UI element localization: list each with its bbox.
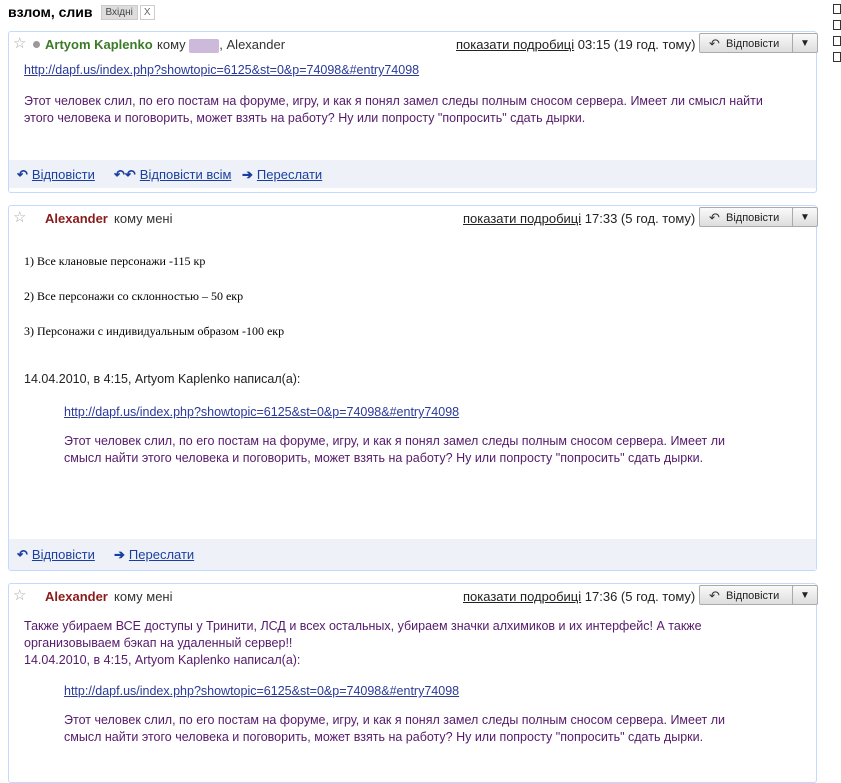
- forward-icon: ➔: [242, 167, 253, 182]
- reply-button[interactable]: ↶ Відповісти: [699, 207, 795, 227]
- new-window-icon[interactable]: [833, 20, 841, 30]
- footer-reply-button[interactable]: ↶ Відповісти: [17, 167, 95, 183]
- footer-forward-button[interactable]: ➔ Переслати: [114, 547, 194, 563]
- details-row: показати подробиці 17:36 (5 год. тому): [463, 589, 695, 604]
- quoted-link[interactable]: http://dapf.us/index.php?showtopic=6125&…: [64, 684, 459, 698]
- star-icon[interactable]: ☆: [13, 36, 26, 51]
- show-details-link[interactable]: показати подробиці: [456, 37, 574, 52]
- reply-button[interactable]: ↶ Відповісти: [699, 33, 799, 53]
- thread-subject: взлом, слив: [8, 4, 93, 20]
- quoted-text-line: смысл найти этого человека и поговорить,…: [64, 451, 704, 465]
- reply-all-icon: ↶↶: [114, 167, 136, 182]
- list-item: 3) Персонажи с индивидуальным образом -1…: [24, 324, 285, 338]
- forward-icon: ➔: [114, 547, 125, 562]
- list-item: 2) Все персонажи со склонностью – 50 екр: [24, 289, 244, 303]
- recipients: кому , Alexander: [157, 37, 285, 53]
- star-icon[interactable]: ☆: [13, 210, 26, 225]
- message-1: ☆ Artyom Kaplenko кому , Alexander показ…: [8, 31, 818, 193]
- side-toolbar: [833, 0, 841, 68]
- recipients: кому мені: [114, 211, 173, 226]
- details-row: показати подробиці 17:33 (5 год. тому): [463, 211, 695, 226]
- more-options-button[interactable]: ▼: [792, 33, 818, 53]
- message-link[interactable]: http://dapf.us/index.php?showtopic=6125&…: [24, 63, 419, 77]
- reply-icon: ↶: [17, 547, 28, 562]
- collapse-icon[interactable]: [833, 52, 841, 62]
- quoted-block: http://dapf.us/index.php?showtopic=6125&…: [64, 405, 806, 467]
- message-list: 1) Все клановые персонажи -115 кр 2) Все…: [24, 254, 806, 339]
- quoted-text-line: Этот человек слил, по его постам на фору…: [64, 434, 725, 448]
- more-options-button[interactable]: ▼: [792, 207, 818, 227]
- print-icon[interactable]: [833, 4, 841, 14]
- presence-icon: [33, 41, 40, 48]
- footer-reply-button[interactable]: ↶ Відповісти: [17, 547, 95, 563]
- message-text-line: Также убираем ВСЕ доступы у Тринити, ЛСД…: [24, 619, 702, 633]
- quoted-text-line: Этот человек слил, по его постам на фору…: [64, 713, 725, 727]
- list-item: 1) Все клановые персонажи -115 кр: [24, 254, 206, 268]
- more-options-button[interactable]: ▼: [792, 585, 818, 605]
- message-text: Этот человек слил, по его постам на фору…: [24, 94, 763, 125]
- reply-icon: ↶: [709, 36, 720, 51]
- message-3: ☆ Alexander кому мені показати подробиці…: [8, 583, 818, 783]
- message-text-line: организовываем бэкап на удаленный сервер…: [24, 636, 293, 650]
- recipients-rest: , Alexander: [219, 37, 286, 52]
- label-inbox[interactable]: Вхідні: [100, 4, 138, 20]
- sender-name[interactable]: Artyom Kaplenko: [45, 37, 153, 52]
- show-details-link[interactable]: показати подробиці: [463, 211, 581, 226]
- message-text: Также убираем ВСЕ доступы у Тринити, ЛСД…: [24, 618, 806, 669]
- message-header[interactable]: ☆ Alexander кому мені показати подробиці…: [9, 206, 818, 230]
- message-footer: ↶ Відповісти ↶↶ Відповісти всім ➔ Переслати: [9, 160, 816, 188]
- message-2: ☆ Alexander кому мені показати подробиці…: [8, 205, 818, 571]
- quote-header: 14.04.2010, в 4:15, Artyom Kaplenko напи…: [24, 372, 301, 386]
- redacted-recipient: [189, 38, 220, 53]
- sender-name[interactable]: Alexander: [45, 211, 108, 226]
- reply-icon: ↶: [17, 167, 28, 182]
- message-time: 03:15 (19 год. тому): [577, 37, 696, 52]
- footer-reply-all-button[interactable]: ↶↶ Відповісти всім: [114, 167, 231, 183]
- recipients: кому мені: [114, 589, 173, 604]
- message-footer: ↶ Відповісти ➔ Переслати: [9, 539, 816, 570]
- show-details-link[interactable]: показати подробиці: [463, 589, 581, 604]
- sender-name[interactable]: Alexander: [45, 589, 108, 604]
- quoted-link[interactable]: http://dapf.us/index.php?showtopic=6125&…: [64, 405, 459, 419]
- details-row: показати подробиці 03:15 (19 год. тому): [456, 37, 695, 52]
- star-icon[interactable]: ☆: [13, 588, 26, 603]
- footer-forward-button[interactable]: ➔ Переслати: [242, 167, 322, 183]
- label-remove-button[interactable]: X: [139, 4, 155, 20]
- message-body: http://dapf.us/index.php?showtopic=6125&…: [24, 63, 806, 127]
- message-header[interactable]: ☆ Alexander кому мені показати подробиці…: [9, 584, 818, 608]
- reply-icon: ↶: [709, 210, 720, 225]
- recipients-prefix: кому: [157, 37, 186, 52]
- message-header[interactable]: ☆ Artyom Kaplenko кому , Alexander показ…: [9, 32, 818, 56]
- expand-icon[interactable]: [833, 36, 841, 46]
- quote-header: 14.04.2010, в 4:15, Artyom Kaplenko напи…: [24, 653, 301, 667]
- message-time: 17:33 (5 год. тому): [584, 211, 696, 226]
- reply-button[interactable]: ↶ Відповісти: [699, 585, 795, 605]
- thread-header: взлом, слив Вхідні X: [8, 2, 155, 22]
- quoted-text-line: смысл найти этого человека и поговорить,…: [64, 730, 704, 744]
- reply-icon: ↶: [709, 588, 720, 603]
- quoted-block: http://dapf.us/index.php?showtopic=6125&…: [64, 684, 806, 746]
- message-time: 17:36 (5 год. тому): [584, 589, 696, 604]
